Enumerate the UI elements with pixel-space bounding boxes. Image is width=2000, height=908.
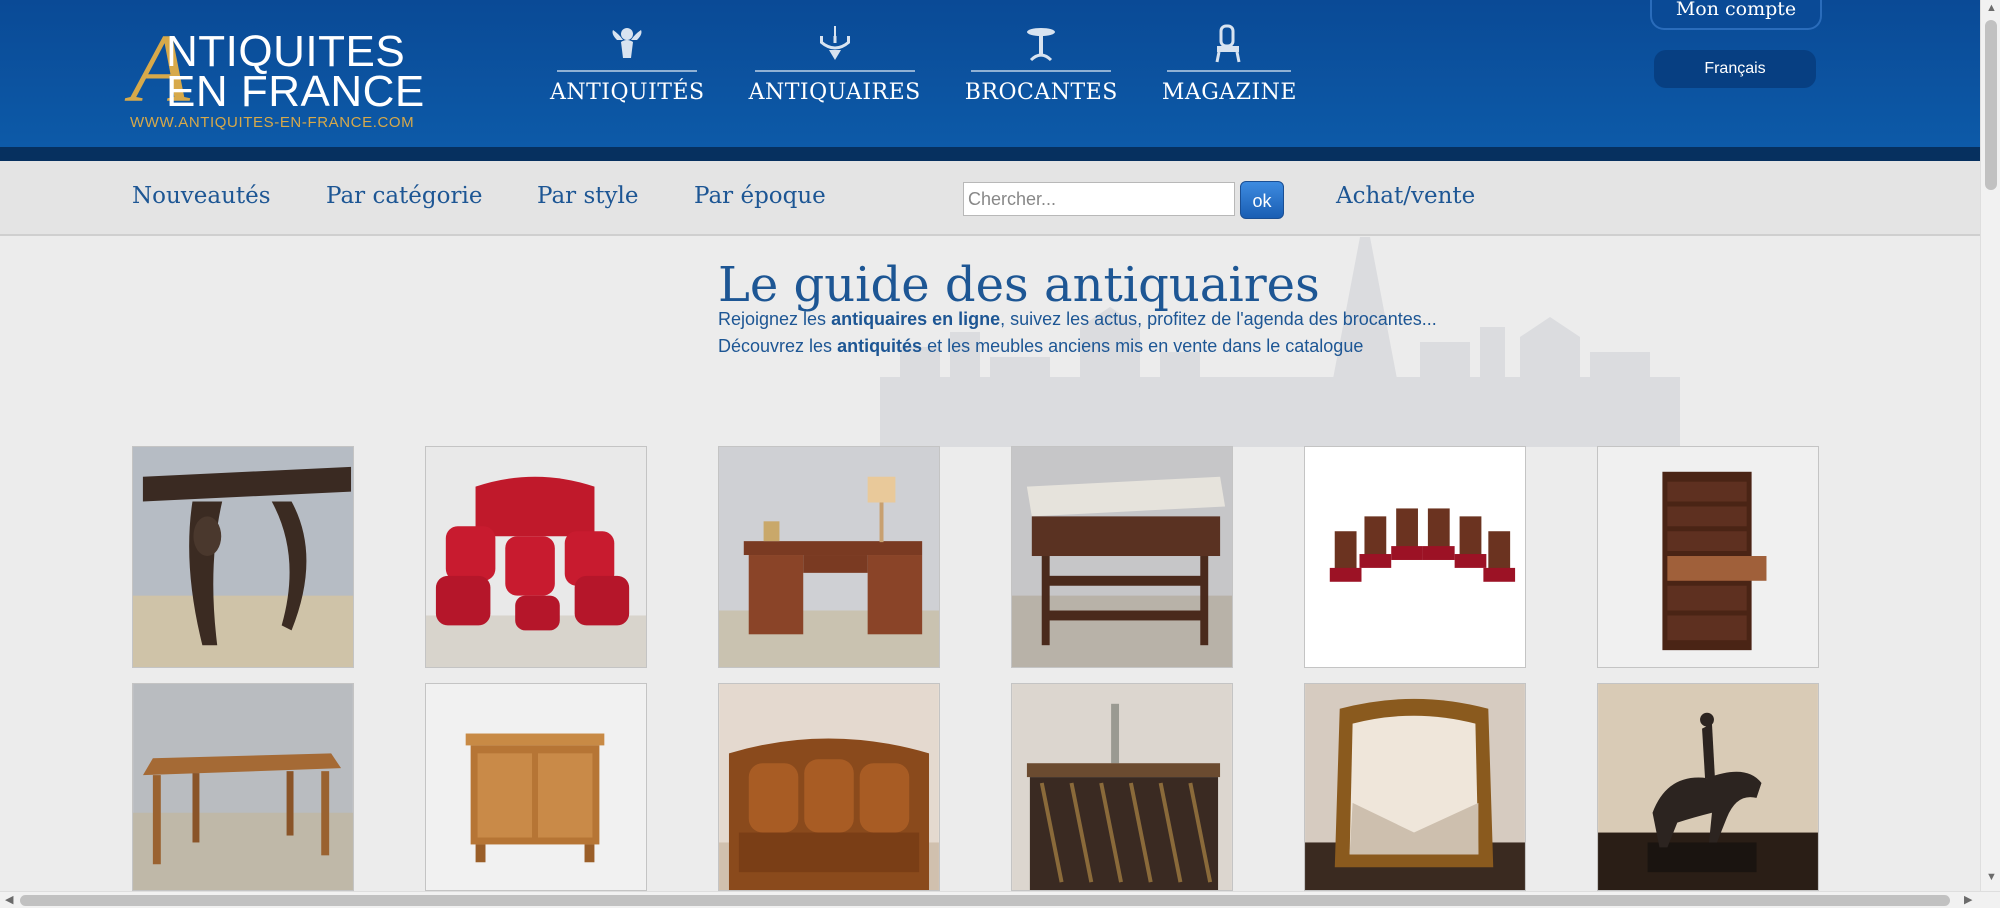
vertical-scrollbar[interactable]: ▲ ▼ [1980,0,2000,891]
site-header: A NTIQUITES EN FRANCE WWW.ANTIQUITES-EN-… [0,0,1980,147]
intro-line-2: Découvrez les antiquités et les meubles … [718,336,1363,357]
nav-antiquites[interactable]: ANTIQUITÉS [550,22,705,105]
product-thumb-sideboard[interactable] [425,683,647,891]
chandelier-icon [815,22,855,66]
nav-label: ANTIQUAIRES [748,80,921,105]
subnav-nouveautes[interactable]: Nouveautés [132,183,271,209]
product-thumb-six-red-chairs[interactable] [1304,446,1526,668]
nav-magazine[interactable]: MAGAZINE [1162,22,1297,105]
header-band [0,147,1980,161]
product-thumb-bar-counter[interactable] [1011,683,1233,891]
scroll-right-icon[interactable]: ▶ [1964,895,1972,906]
scroll-left-icon[interactable]: ◀ [5,895,13,906]
scroll-down-icon[interactable]: ▼ [1986,872,1997,883]
product-thumb-writing-desk[interactable] [718,446,940,668]
search-button[interactable]: ok [1240,181,1284,219]
subnav-par-style[interactable]: Par style [537,183,638,209]
intro-text: et les meubles anciens mis en vente dans… [922,336,1364,356]
intro-text: Rejoignez les [718,309,832,329]
scroll-up-icon[interactable]: ▲ [1986,3,1997,14]
page-title: Le guide des antiquaires [718,257,1320,313]
subnav-par-categorie[interactable]: Par catégorie [326,183,482,209]
intro-line-1: Rejoignez les antiquaires en ligne, suiv… [718,309,1437,330]
logo-url: WWW.ANTIQUITES-EN-FRANCE.COM [130,114,415,131]
nav-antiquaires[interactable]: ANTIQUAIRES [749,22,921,105]
intro-text: Découvrez les [718,336,838,356]
language-selector[interactable]: Français [1654,50,1816,88]
search-input[interactable] [963,182,1235,216]
nav-divider [754,70,915,72]
intro-text: , suivez les actus, profitez de l'agenda… [1000,309,1437,329]
intro-link-antiquites[interactable]: antiquités [837,336,922,356]
product-thumb-secretary-chest[interactable] [1597,446,1819,668]
subnav-par-epoque[interactable]: Par époque [694,183,826,209]
nav-divider [557,70,698,72]
intro-link-antiquaires[interactable]: antiquaires en ligne [831,309,1000,329]
product-thumb-horse-rider-bronze[interactable] [1597,683,1819,891]
site-logo[interactable]: A NTIQUITES EN FRANCE WWW.ANTIQUITES-EN-… [130,20,450,132]
horizontal-scrollbar[interactable]: ◀ ▶ [0,891,2000,908]
product-thumb-gilded-mirror[interactable] [1304,683,1526,891]
gueridon-table-icon [1021,22,1061,66]
nav-label: MAGAZINE [1161,80,1297,105]
cherub-icon [607,22,647,66]
product-thumb-leather-sofa[interactable] [718,683,940,891]
logo-line-2: EN FRANCE [166,67,425,116]
product-thumb-red-salon-set[interactable] [425,446,647,668]
subnav-achat-vente[interactable]: Achat/vente [1336,183,1475,209]
product-thumb-carved-console-table[interactable] [132,446,354,668]
main-content: Le guide des antiquaires Rejoignez les a… [0,237,1980,891]
armchair-icon [1209,22,1249,66]
nav-brocantes[interactable]: BROCANTES [965,22,1118,105]
horizontal-scroll-thumb[interactable] [20,895,1950,906]
nav-divider [971,70,1112,72]
nav-label: ANTIQUITÉS [550,80,705,105]
main-nav: ANTIQUITÉS ANTIQUAIRES BROCANTES MAGAZIN… [550,22,1341,105]
product-thumb-farm-table[interactable] [132,683,354,891]
nav-label: BROCANTES [964,80,1118,105]
sub-nav: Nouveautés Par catégorie Par style Par é… [0,161,1980,236]
account-button[interactable]: Mon compte [1650,0,1822,30]
product-thumb-marble-top-server[interactable] [1011,446,1233,668]
vertical-scroll-thumb[interactable] [1985,20,1997,190]
nav-divider [1167,70,1292,72]
